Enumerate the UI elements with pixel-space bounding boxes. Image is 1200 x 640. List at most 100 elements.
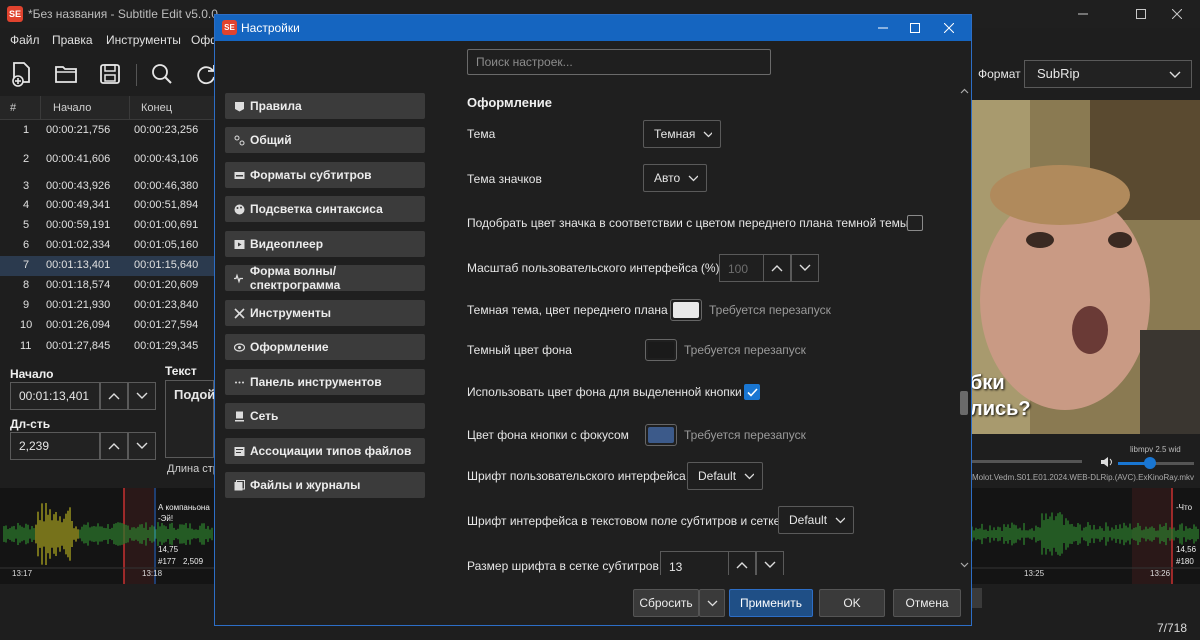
dark-foreground-color-button[interactable] [670, 299, 702, 321]
row-end-time: 00:01:23,840 [134, 299, 199, 311]
col-end[interactable]: Конец [141, 102, 172, 114]
main-window-title: *Без названия - Subtitle Edit v5.0.0 [28, 7, 218, 21]
open-file-button[interactable] [52, 60, 80, 88]
ok-button[interactable]: OK [819, 589, 885, 617]
save-button[interactable] [96, 60, 124, 88]
table-row[interactable]: 6 00:01:02,334 00:01:05,160 [0, 236, 214, 256]
table-row[interactable]: 4 00:00:49,341 00:00:51,894 [0, 196, 214, 216]
waveform-left-info: 14,75 [158, 545, 179, 554]
ui-scale-increase-button[interactable] [763, 254, 791, 282]
nav-item-1[interactable]: Правила [225, 93, 425, 119]
nav-item-5[interactable]: Видеоплеер [225, 231, 425, 257]
scroll-down-icon[interactable] [960, 562, 969, 568]
volume-icon[interactable] [1100, 456, 1114, 468]
general-icon [233, 134, 245, 146]
subtitle-table[interactable]: # Начало Конец 1 00:00:21,756 00:00:23,256… [0, 96, 214, 358]
row-end-time: 00:01:00,691 [134, 219, 199, 231]
line-length-label: Длина стр [167, 463, 219, 475]
chevron-down-icon [835, 517, 845, 523]
apply-button[interactable]: Применить [729, 589, 813, 617]
scroll-up-icon[interactable] [960, 88, 969, 94]
settings-scrollbar-thumb[interactable] [960, 391, 968, 415]
video-player[interactable]: бки лись? [970, 100, 1200, 434]
focus-bg-color-button[interactable] [645, 424, 677, 446]
grid-font-size-decrease-button[interactable] [756, 551, 784, 575]
table-row[interactable]: 2 00:00:41,606 00:00:43,106 [0, 146, 214, 174]
nav-item-12[interactable]: Файлы и журналы [225, 472, 425, 498]
table-row[interactable]: 3 00:00:43,926 00:00:46,380 [0, 176, 214, 198]
format-select[interactable]: SubRip [1024, 60, 1192, 88]
table-row[interactable]: 8 00:01:18,574 00:01:20,609 [0, 276, 214, 296]
dark-background-color-button[interactable] [645, 339, 677, 361]
table-row[interactable]: 10 00:01:26,094 00:01:27,594 [0, 316, 214, 336]
start-time-field[interactable]: 00:01:13,401 [10, 382, 100, 410]
nav-item-8[interactable]: Оформление [225, 334, 425, 360]
save-icon [100, 64, 120, 84]
theme-dropdown[interactable]: Темная [643, 120, 721, 148]
theme-label: Тема [467, 127, 496, 141]
find-button[interactable] [148, 60, 176, 88]
ui-font-value: Default [698, 469, 737, 483]
cancel-button[interactable]: Отмена [893, 589, 961, 617]
waveform-left-num: #177 [158, 557, 176, 566]
nav-item-7[interactable]: Инструменты [225, 300, 425, 326]
palette-icon [233, 203, 245, 215]
icon-theme-dropdown[interactable]: Авто [643, 164, 707, 192]
new-file-button[interactable] [8, 60, 36, 88]
duration-increase-button[interactable] [100, 432, 128, 460]
start-decrease-button[interactable] [128, 382, 156, 410]
use-bg-selected-checkbox[interactable] [744, 384, 760, 400]
reset-options-button[interactable] [699, 589, 725, 617]
table-row[interactable]: 9 00:01:21,930 00:01:23,840 [0, 296, 214, 316]
nav-item-11[interactable]: Ассоциации типов файлов [225, 438, 425, 464]
grid-font-value: Default [789, 513, 828, 527]
row-number: 2 [23, 153, 30, 165]
table-row[interactable]: 7 00:01:13,401 00:01:15,640 [0, 256, 214, 276]
menu-edit[interactable]: Правка [52, 33, 93, 47]
minimize-icon [1078, 13, 1088, 15]
volume-slider-thumb[interactable] [1144, 457, 1156, 469]
subtitle-text-box[interactable]: Подой [165, 380, 215, 458]
col-number[interactable]: # [10, 102, 16, 114]
menu-tools[interactable]: Инструменты [106, 33, 181, 47]
grid-font-size-increase-button[interactable] [728, 551, 756, 575]
folder-icon [55, 66, 77, 83]
time-tick: 13:25 [1024, 569, 1045, 578]
reset-button[interactable]: Сбросить [633, 589, 699, 617]
ui-scale-field[interactable]: 100 [719, 254, 763, 282]
video-position-slider[interactable] [972, 460, 1082, 463]
volume-slider[interactable] [1118, 457, 1194, 469]
col-start[interactable]: Начало [53, 102, 91, 114]
duration-field[interactable]: 2,239 [10, 432, 100, 460]
icon-theme-label: Тема значков [467, 172, 542, 186]
table-row[interactable]: 11 00:01:27,845 00:01:29,345 [0, 336, 214, 358]
nav-item-2[interactable]: Общий [225, 127, 425, 153]
waveform-icon [233, 272, 245, 284]
grid-font-dropdown[interactable]: Default [778, 506, 854, 534]
nav-item-6[interactable]: Форма волны/спектрограмма [225, 264, 425, 292]
nav-item-9[interactable]: Панель инструментов [225, 369, 425, 395]
table-row[interactable]: 5 00:00:59,191 00:01:00,691 [0, 216, 214, 236]
row-end-time: 00:01:27,594 [134, 319, 199, 331]
nav-item-10[interactable]: Сеть [225, 403, 425, 429]
nav-item-4[interactable]: Подсветка синтаксиса [225, 196, 425, 222]
waveform-left-text2: -Эй! [158, 514, 174, 523]
dialog-maximize-button[interactable] [898, 15, 932, 41]
close-button[interactable] [1154, 0, 1200, 28]
table-row[interactable]: 1 00:00:21,756 00:00:23,256 [0, 120, 214, 142]
duration-decrease-button[interactable] [128, 432, 156, 460]
grid-font-size-field[interactable]: 13 [660, 551, 728, 575]
hidden-button-edge[interactable] [972, 588, 982, 608]
menu-file[interactable]: Файл [10, 33, 40, 47]
dialog-minimize-button[interactable] [866, 15, 900, 41]
minimize-button[interactable] [1060, 0, 1106, 28]
ui-scale-decrease-button[interactable] [791, 254, 819, 282]
dialog-close-button[interactable] [932, 15, 966, 41]
files-icon [233, 479, 245, 491]
ui-font-dropdown[interactable]: Default [687, 462, 763, 490]
time-tick: 13:26 [1150, 569, 1171, 578]
start-increase-button[interactable] [100, 382, 128, 410]
match-icon-color-checkbox[interactable] [907, 215, 923, 231]
nav-item-3[interactable]: Форматы субтитров [225, 162, 425, 188]
row-start-time: 00:00:21,756 [46, 124, 111, 136]
